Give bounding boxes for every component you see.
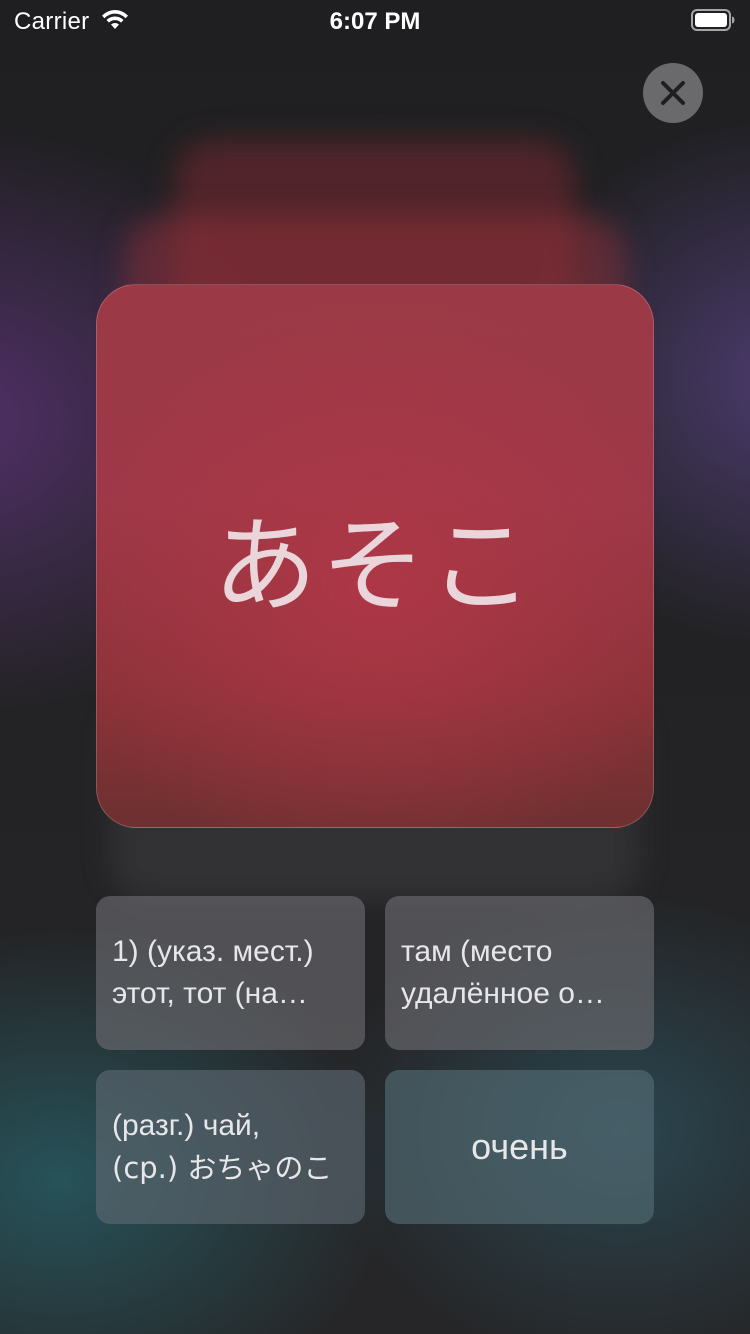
answer-option-1[interactable]: 1) (указ. мест.) этот, тот (на…	[96, 896, 365, 1050]
answer-line: там (место	[401, 935, 553, 968]
close-button[interactable]	[643, 63, 703, 123]
answer-line: (ср.) おちゃのこ	[112, 1151, 333, 1185]
answer-option-text: там (место удалённое о…	[401, 931, 638, 1015]
answer-option-2[interactable]: там (место удалённое о…	[385, 896, 654, 1050]
answer-line: (разг.) чай,	[112, 1109, 261, 1142]
battery-full-icon	[691, 9, 735, 31]
status-time: 6:07 PM	[329, 8, 421, 35]
flashcard-word: あそこ	[212, 504, 537, 627]
flashcard[interactable]: あそこ	[96, 284, 654, 828]
answer-option-text: (разг.) чай, (ср.) おちゃのこ	[112, 1105, 349, 1189]
answer-line: 1) (указ. мест.)	[112, 935, 314, 968]
answer-option-text: очень	[471, 1126, 568, 1167]
answer-line: удалённое о…	[401, 977, 605, 1010]
answer-option-text: 1) (указ. мест.) этот, тот (на…	[112, 931, 349, 1015]
answer-option-4[interactable]: очень	[385, 1070, 654, 1224]
status-bar: Carrier 6:07 PM	[0, 0, 750, 40]
answer-line: этот, тот (на…	[112, 977, 308, 1010]
answer-option-3[interactable]: (разг.) чай, (ср.) おちゃのこ	[96, 1070, 365, 1224]
close-icon	[661, 81, 685, 105]
